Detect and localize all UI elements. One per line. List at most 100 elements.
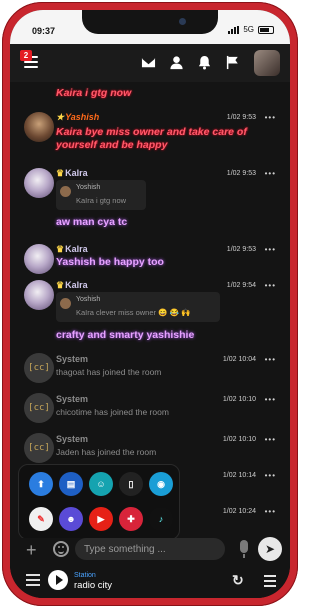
crown-icon: ♛ — [56, 244, 65, 254]
message-menu-button[interactable]: ••• — [265, 355, 276, 364]
username: System — [56, 354, 89, 364]
notch — [82, 10, 218, 34]
quote-text: KaIra i gtg now — [76, 196, 127, 205]
flag-icon[interactable] — [225, 55, 240, 70]
message-time: 1/02 10:04 — [222, 356, 256, 363]
status-time: 09:37 — [32, 26, 56, 36]
chat-message: ♛KaIra 1/02 9:53 ••• Yoshish KaIra i gtg… — [10, 164, 290, 234]
system-avatar: [cc] — [24, 353, 54, 383]
signal-icon — [228, 25, 240, 34]
username[interactable]: ♛KaIra — [56, 280, 88, 291]
username[interactable]: ♛KaIra — [56, 168, 88, 179]
message-text: Jaden has joined the room — [56, 447, 157, 457]
message-menu-button[interactable]: ••• — [265, 113, 276, 122]
message-time: 1/02 10:10 — [222, 436, 256, 443]
quoted-message[interactable]: Yoshish KaIra clever miss owner 😄 😂 🙌 — [56, 292, 220, 322]
notes-app-icon[interactable]: ▤ — [59, 472, 83, 496]
quote-avatar — [60, 298, 71, 309]
message-menu-button[interactable]: ••• — [265, 395, 276, 404]
play-button[interactable] — [48, 570, 68, 590]
emoji-button[interactable] — [53, 541, 69, 557]
status-bar: 09:37 5G — [10, 10, 290, 44]
quote-username: Yoshish — [76, 184, 101, 191]
message-input[interactable] — [75, 538, 225, 560]
user-icon[interactable] — [169, 55, 184, 70]
playlist-button[interactable] — [264, 575, 276, 587]
user-avatar[interactable] — [24, 244, 54, 274]
chat-message-list[interactable]: Kaira i gtg now ★Yashish 1/02 9:53 ••• K… — [10, 82, 290, 538]
quote-avatar — [60, 186, 71, 197]
chat-message: ★Yashish 1/02 9:53 ••• Kaira bye miss ow… — [10, 108, 290, 160]
user-avatar[interactable] — [24, 280, 54, 310]
chat-message: [cc] System 1/02 10:04 ••• thagoat has j… — [10, 350, 290, 386]
contacts-app-icon[interactable]: ☺ — [89, 472, 113, 496]
chat-message: ♛KaIra 1/02 9:54 ••• Yoshish KaIra cleve… — [10, 276, 290, 348]
username[interactable]: ★Yashish — [56, 112, 99, 123]
message-time: 1/02 9:53 — [226, 114, 256, 121]
star-icon: ★ — [56, 112, 65, 122]
message-menu-button[interactable]: ••• — [265, 245, 276, 254]
user-avatar[interactable] — [24, 112, 54, 142]
equalizer-button[interactable] — [26, 574, 40, 586]
message-text: aw man cya tc — [56, 216, 128, 228]
nav-icon-group — [141, 55, 240, 70]
system-avatar: [cc] — [24, 393, 54, 423]
user-avatar[interactable] — [24, 168, 54, 198]
quote-username: Yoshish — [76, 296, 101, 303]
quoted-message[interactable]: Yoshish KaIra i gtg now — [56, 180, 146, 210]
radio-bar: Station radio city ↻ — [10, 566, 290, 598]
network-type: 5G — [243, 25, 254, 34]
message-time: 1/02 9:53 — [226, 246, 256, 253]
station-label: Station — [74, 572, 96, 579]
message-time: 1/02 10:10 — [222, 396, 256, 403]
message-menu-button[interactable]: ••• — [265, 471, 276, 480]
profile-app-icon[interactable]: ☻ — [59, 507, 83, 531]
chat-message: [cc] System 1/02 10:10 ••• chicotime has… — [10, 390, 290, 426]
message-time: 1/02 9:54 — [226, 282, 256, 289]
station-name: radio city — [74, 580, 113, 591]
battery-icon — [258, 25, 274, 34]
bell-icon[interactable] — [197, 55, 212, 70]
message-time: 1/02 10:24 — [222, 508, 256, 515]
youtube-app-icon[interactable]: ▶ — [89, 507, 113, 531]
app-drawer: ⬆ ▤ ☺ ▯ ◉ ✎ ☻ ▶ ✚ ♪ — [18, 464, 180, 538]
crown-icon: ♛ — [56, 280, 65, 290]
crown-icon: ♛ — [56, 168, 65, 178]
message-composer: + ➤ — [10, 537, 290, 568]
upload-app-icon[interactable]: ⬆ — [29, 472, 53, 496]
message-text: chicotime has joined the room — [56, 407, 169, 417]
message-text: Kaira bye miss owner and take care of yo… — [56, 126, 247, 151]
message-text: Yashish be happy too — [56, 256, 164, 268]
files-app-icon[interactable]: ▯ — [119, 472, 143, 496]
phone-screen: 09:37 5G 2 Kaira i gtg now ★Yashish 1/02… — [10, 10, 290, 598]
username: System — [56, 434, 89, 444]
profile-avatar[interactable] — [254, 50, 280, 76]
tiktok-app-icon[interactable]: ♪ — [149, 507, 173, 531]
quote-text: KaIra clever miss owner 😄 😂 🙌 — [76, 308, 191, 317]
message-menu-button[interactable]: ••• — [265, 507, 276, 516]
add-attachment-button[interactable]: + — [26, 541, 37, 559]
system-avatar: [cc] — [24, 433, 54, 463]
refresh-button[interactable]: ↻ — [232, 572, 244, 589]
camera-app-icon[interactable]: ◉ — [149, 472, 173, 496]
microphone-button[interactable] — [240, 540, 248, 558]
send-button[interactable]: ➤ — [258, 537, 282, 561]
username: System — [56, 394, 89, 404]
message-text: Kaira i gtg now — [56, 87, 132, 99]
front-camera-icon — [179, 18, 186, 25]
message-time: 1/02 9:53 — [226, 170, 256, 177]
message-text: thagoat has joined the room — [56, 367, 162, 377]
phone-frame: 09:37 5G 2 Kaira i gtg now ★Yashish 1/02… — [2, 2, 298, 606]
mail-icon[interactable] — [141, 55, 156, 70]
top-nav: 2 — [10, 44, 290, 82]
games-app-icon[interactable]: ✚ — [119, 507, 143, 531]
notification-badge: 2 — [20, 50, 32, 61]
chat-message: [cc] System 1/02 10:10 ••• Jaden has joi… — [10, 430, 290, 466]
chat-message: Kaira i gtg now — [10, 82, 290, 104]
message-menu-button[interactable]: ••• — [265, 169, 276, 178]
paint-app-icon[interactable]: ✎ — [29, 507, 53, 531]
message-menu-button[interactable]: ••• — [265, 281, 276, 290]
username[interactable]: ♛KaIra — [56, 244, 88, 255]
chat-message: ♛KaIra 1/02 9:53 ••• Yashish be happy to… — [10, 240, 290, 274]
message-menu-button[interactable]: ••• — [265, 435, 276, 444]
